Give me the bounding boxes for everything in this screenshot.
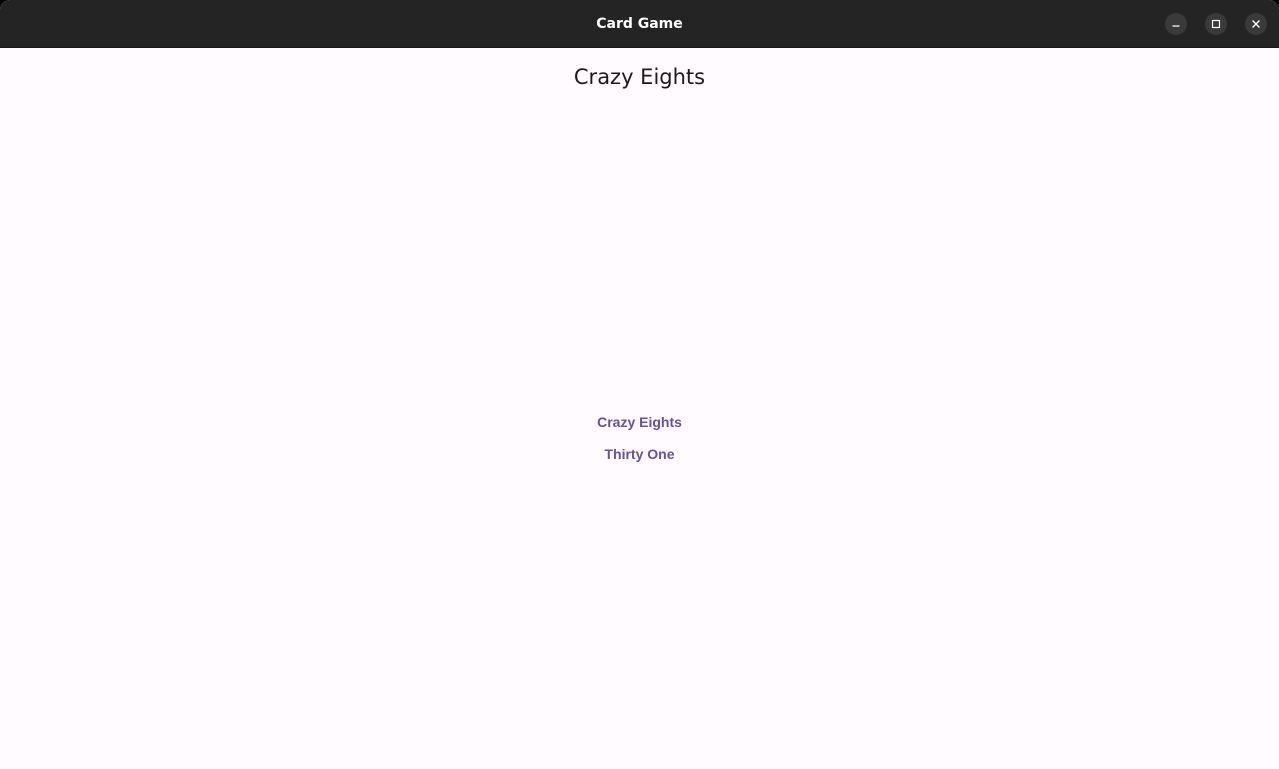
close-icon bbox=[1251, 19, 1261, 29]
app-window: Card Game Crazy Eights Crazy Eights Thir… bbox=[0, 0, 1279, 769]
main-content: Crazy Eights Crazy Eights Thirty One bbox=[0, 48, 1279, 769]
minimize-button[interactable] bbox=[1165, 13, 1187, 35]
thirty-one-button[interactable]: Thirty One bbox=[592, 438, 686, 470]
window-title: Card Game bbox=[596, 16, 683, 32]
minimize-icon bbox=[1171, 19, 1181, 29]
window-titlebar[interactable]: Card Game bbox=[0, 0, 1279, 48]
game-menu: Crazy Eights Thirty One bbox=[0, 406, 1279, 470]
app-title: Crazy Eights bbox=[573, 65, 706, 89]
maximize-button[interactable] bbox=[1205, 13, 1227, 35]
maximize-icon bbox=[1211, 19, 1221, 29]
close-button[interactable] bbox=[1245, 13, 1267, 35]
crazy-eights-button[interactable]: Crazy Eights bbox=[585, 406, 694, 438]
